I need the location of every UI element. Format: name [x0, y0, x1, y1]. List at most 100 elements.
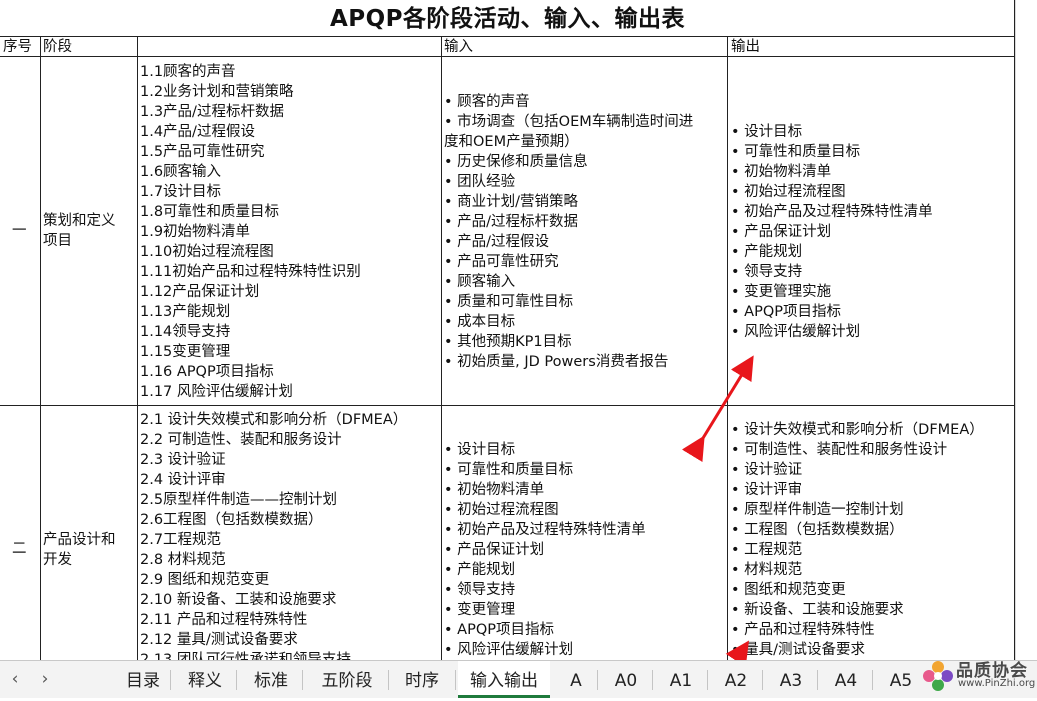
cell-line: • 可制造性、装配性和服务性设计	[731, 442, 948, 458]
tab-a5[interactable]: A5	[879, 661, 923, 698]
cell-line: • 产品可靠性研究	[444, 254, 559, 270]
cell-line: 2.7工程规范	[140, 532, 222, 548]
cell-line: 1.12产品保证计划	[140, 284, 260, 300]
cell-line: • 风险评估缓解计划	[444, 642, 574, 658]
prev-sheet-button[interactable]: ‹	[0, 661, 30, 698]
tab-shuru-shuchu[interactable]: 输入输出	[458, 661, 550, 698]
header-seq[interactable]: 序号	[3, 38, 32, 57]
cell-line: 2.1 设计失效模式和影响分析（DFMEA）	[140, 412, 408, 428]
cell-line: 1.6顾客输入	[140, 164, 222, 180]
tab-wujieduan[interactable]: 五阶段	[312, 661, 382, 698]
cell-line: • 新设备、工装和设施要求	[731, 602, 904, 618]
cell-line: 1.14领导支持	[140, 324, 231, 340]
cell-line: • 变更管理	[444, 602, 516, 618]
tab-a3[interactable]: A3	[769, 661, 813, 698]
grid-line	[441, 36, 442, 660]
tab-separator	[455, 670, 456, 690]
tab-separator	[707, 670, 708, 690]
cell-line: • 工程规范	[731, 542, 803, 558]
tab-a[interactable]: A	[559, 661, 593, 698]
cell-line: • 原型样件制造一控制计划	[731, 502, 904, 518]
header-stage[interactable]: 阶段	[43, 38, 72, 57]
tab-separator	[302, 670, 303, 690]
tab-a4[interactable]: A4	[824, 661, 868, 698]
row1-stage-line: 项目	[43, 233, 72, 249]
cell-line: • APQP项目指标	[731, 304, 841, 320]
cell-line: • 其他预期KP1目标	[444, 334, 572, 350]
cell-line: • 领导支持	[731, 264, 803, 280]
cell-line: • 初始产品及过程特殊特性清单	[444, 522, 646, 538]
row1-seq[interactable]: 一	[12, 221, 27, 241]
cell-line: • 初始质量, JD Powers消费者报告	[444, 354, 669, 370]
next-sheet-button[interactable]: ›	[30, 661, 60, 698]
cell-line: 2.5原型样件制造——控制计划	[140, 492, 338, 508]
cell-line: 1.5产品可靠性研究	[140, 144, 265, 160]
tab-separator	[762, 670, 763, 690]
cell-line: 2.3 设计验证	[140, 452, 226, 468]
tab-separator	[652, 670, 653, 690]
cell-line: • 可靠性和质量目标	[731, 144, 861, 160]
row2-stage-line: 产品设计和	[43, 532, 116, 548]
cell-line: • 设计验证	[731, 462, 803, 478]
cell-line: 2.13 团队可行性承诺和领导支持	[140, 652, 351, 660]
cell-line: • 变更管理实施	[731, 284, 832, 300]
cell-line: • 产能规划	[444, 562, 516, 578]
spreadsheet-grid[interactable]: APQP各阶段活动、输入、输出表 序号 阶段 输入 输出 一 策划和定义 项目 …	[0, 0, 1037, 660]
cell-line: • 顾客输入	[444, 274, 516, 290]
tab-mulu[interactable]: 目录	[118, 661, 168, 698]
sheet-tab-bar: ‹ › 目录 释义 标准 五阶段 时序 输入输出 A A0 A1 A2 A3 A…	[0, 660, 1037, 698]
tab-separator	[236, 670, 237, 690]
row2-stage[interactable]: 产品设计和 开发	[43, 530, 116, 570]
tab-a0[interactable]: A0	[604, 661, 648, 698]
cell-line: 2.2 可制造性、装配和服务设计	[140, 432, 342, 448]
row2-inputs[interactable]: • 设计目标 • 可靠性和质量目标 • 初始物料清单 • 初始过程流程图 • 初始产品及…	[444, 440, 646, 660]
cell-line: 1.8可靠性和质量目标	[140, 204, 280, 220]
cell-line: • 初始产品及过程特殊特性清单	[731, 204, 933, 220]
row1-outputs[interactable]: • 设计目标 • 可靠性和质量目标 • 初始物料清单 • 初始过程流程图 • 初始产品及…	[731, 122, 933, 342]
cell-line: 1.4产品/过程假设	[140, 124, 255, 140]
cell-line: • 初始过程流程图	[444, 502, 559, 518]
cell-line: 2.9 图纸和规范变更	[140, 572, 270, 588]
tab-separator	[872, 670, 873, 690]
grid-line	[137, 36, 138, 660]
cell-line: • 产品和过程特殊特性	[731, 622, 875, 638]
watermark-logo: 品质协会 www.PinZhi.org	[918, 656, 1037, 697]
tab-shiyi[interactable]: 释义	[180, 661, 230, 698]
cell-line: • 产品/过程标杆数据	[444, 214, 579, 230]
row1-stage-line: 策划和定义	[43, 213, 116, 229]
row2-activities[interactable]: 2.1 设计失效模式和影响分析（DFMEA） 2.2 可制造性、装配和服务设计 2.…	[140, 410, 407, 660]
cell-line: 2.11 产品和过程特殊特性	[140, 612, 308, 628]
row1-activities[interactable]: 1.1顾客的声音 1.2业务计划和营销策略 1.3产品/过程标杆数据 1.4产品/过程…	[140, 62, 361, 402]
cell-line: • 顾客的声音	[444, 94, 530, 110]
sheet-title[interactable]: APQP各阶段活动、输入、输出表	[0, 0, 1015, 36]
cell-line: 2.12 量具/测试设备要求	[140, 632, 298, 648]
cell-line: • 设计目标	[444, 442, 516, 458]
cell-line: 1.16 APQP项目指标	[140, 364, 274, 380]
row2-seq[interactable]: 二	[12, 539, 27, 559]
cell-line: • 质量和可靠性目标	[444, 294, 574, 310]
cell-line: • 工程图（包括数模数据）	[731, 522, 904, 538]
cell-line: • 产能规划	[731, 244, 803, 260]
cell-line: • 团队经验	[444, 174, 516, 190]
cell-line: • 可靠性和质量目标	[444, 462, 574, 478]
header-output[interactable]: 输出	[731, 38, 760, 57]
cell-line: 1.7设计目标	[140, 184, 222, 200]
row2-outputs[interactable]: • 设计失效模式和影响分析（DFMEA） • 可制造性、装配性和服务性设计 • 设计…	[731, 420, 984, 660]
grid-line	[0, 36, 1015, 37]
grid-line	[1015, 0, 1016, 660]
tab-a1[interactable]: A1	[659, 661, 703, 698]
tab-shixu[interactable]: 时序	[396, 661, 448, 698]
cell-line: • 初始物料清单	[731, 164, 832, 180]
tab-separator	[170, 670, 171, 690]
row1-inputs[interactable]: • 顾客的声音 • 市场调查（包括OEM车辆制造时间进 度和OEM产量预期） • 历史…	[444, 92, 693, 372]
cell-line: • 图纸和规范变更	[731, 582, 846, 598]
row1-stage[interactable]: 策划和定义 项目	[43, 211, 116, 251]
tab-a2[interactable]: A2	[714, 661, 758, 698]
tab-separator	[597, 670, 598, 690]
cell-line: 2.8 材料规范	[140, 552, 226, 568]
cell-line: 1.15变更管理	[140, 344, 231, 360]
cell-line: • 风险评估缓解计划	[731, 324, 861, 340]
cell-line: • 材料规范	[731, 562, 803, 578]
header-input[interactable]: 输入	[444, 38, 473, 57]
tab-biaozhun[interactable]: 标准	[246, 661, 296, 698]
